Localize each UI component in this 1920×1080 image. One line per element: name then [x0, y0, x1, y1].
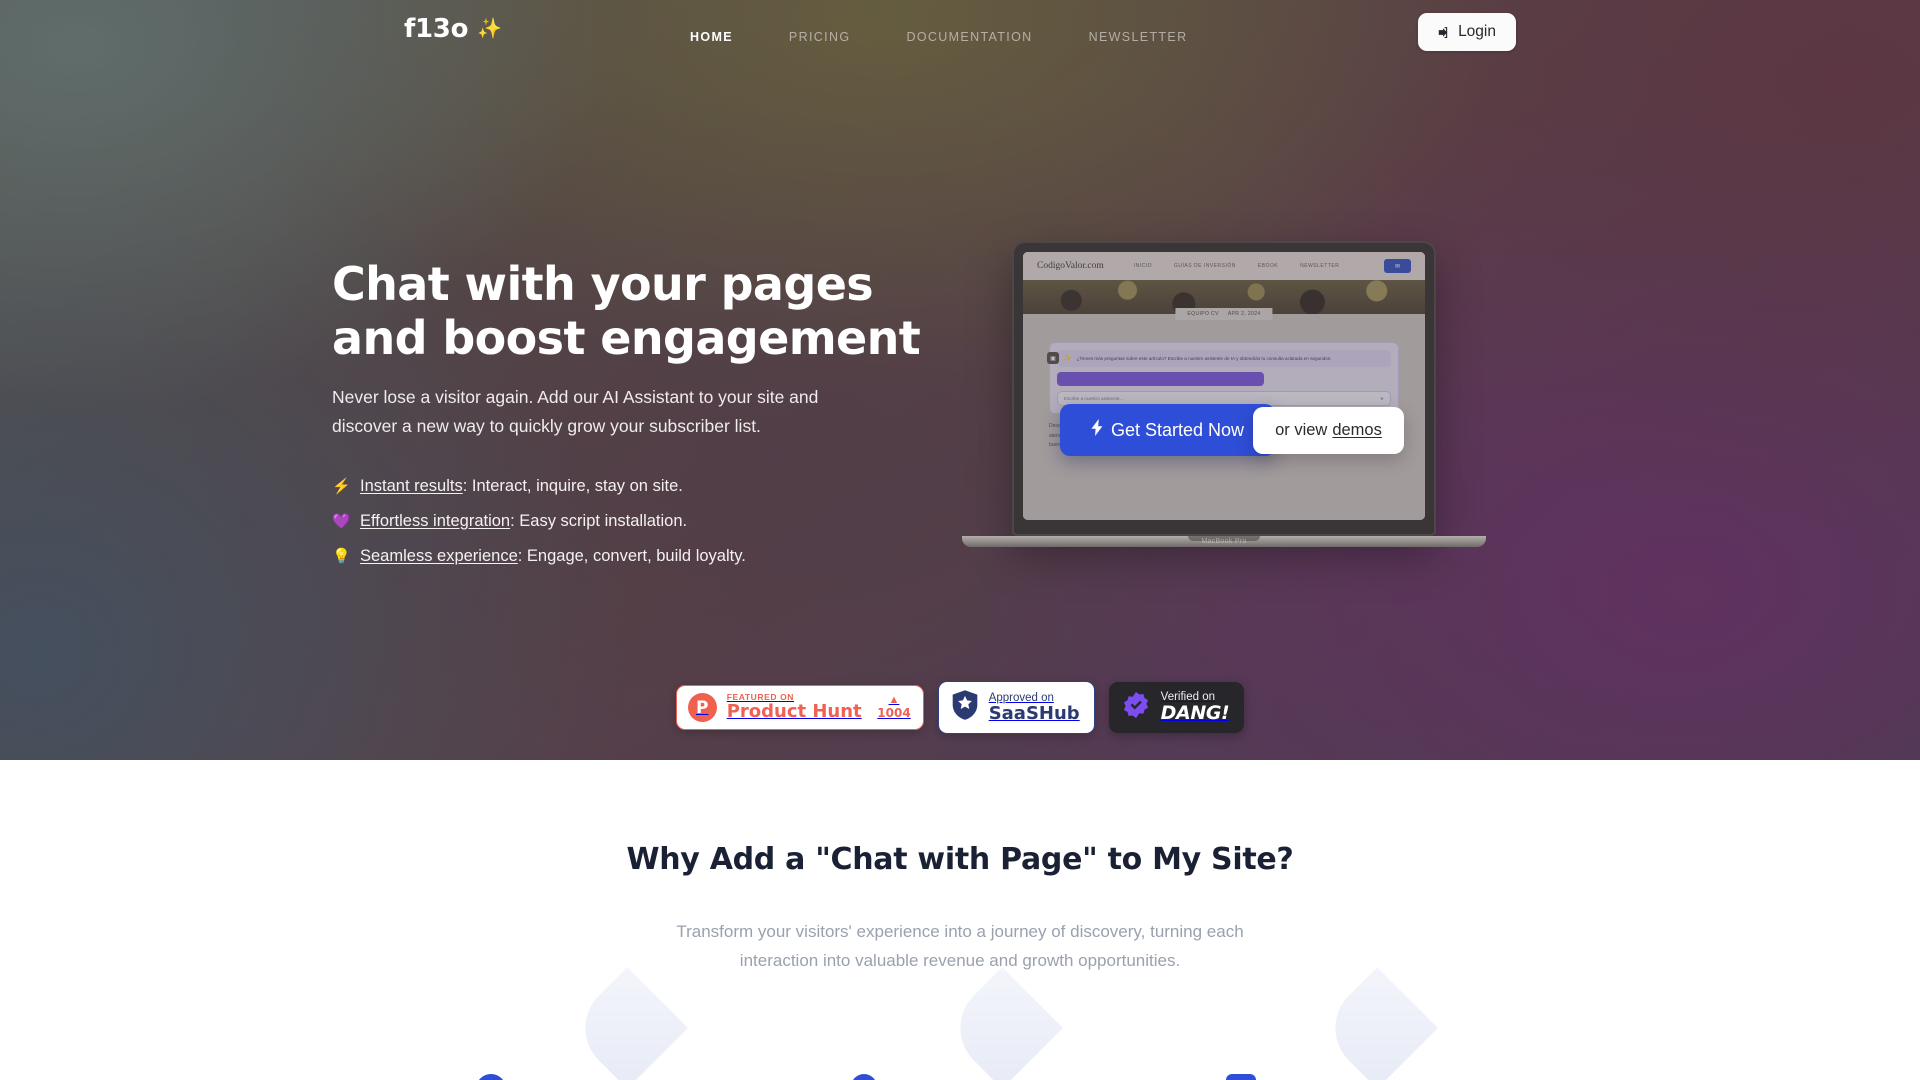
saashub-badge[interactable]: Approved on SaaSHub — [937, 681, 1095, 734]
card-corner-decoration — [566, 967, 688, 1080]
bullet-lead: Seamless experience — [360, 547, 518, 565]
brand-logo[interactable]: f13o ✨ — [404, 16, 502, 42]
view-demos-link: demos — [1332, 420, 1382, 439]
why-cards-row — [460, 967, 1460, 1080]
nav-link-documentation[interactable]: DOCUMENTATION — [906, 26, 1032, 48]
list-item: ⚡ Instant results: Interact, inquire, st… — [332, 469, 940, 504]
square-icon — [1226, 1074, 1256, 1080]
card-corner-decoration — [941, 967, 1063, 1080]
hero-subtitle: Never lose a visitor again. Add our AI A… — [332, 387, 819, 436]
feature-card[interactable] — [460, 967, 710, 1080]
chat-circle-icon — [476, 1074, 506, 1080]
purple-heart-icon: 💜 — [332, 513, 351, 530]
feature-card[interactable] — [835, 967, 1085, 1080]
bullet-text: Effortless integration: Easy script inst… — [360, 504, 687, 538]
product-hunt-count: 1004 — [877, 705, 911, 720]
laptop-mockup: CodigoValor.com INICIO GUÍAS DE INVERSIÓ… — [962, 241, 1486, 547]
bullet-lead: Effortless integration — [360, 512, 511, 530]
bullet-rest: : Interact, inquire, stay on site. — [462, 477, 683, 495]
screen-overlay-dim — [1023, 252, 1425, 520]
nav-links: HOME PRICING DOCUMENTATION NEWSLETTER — [690, 26, 1188, 48]
view-demos-button[interactable]: or view demos — [1253, 406, 1404, 454]
get-started-button[interactable]: Get Started Now — [1060, 404, 1276, 456]
verified-badge-icon — [1121, 690, 1151, 725]
hero-cta-row: Get Started Now or view demos — [1060, 404, 1404, 456]
why-section: Why Add a "Chat with Page" to My Site? T… — [0, 760, 1920, 1080]
laptop-lid: CodigoValor.com INICIO GUÍAS DE INVERSIÓ… — [1012, 241, 1436, 536]
nav-link-pricing[interactable]: PRICING — [789, 26, 851, 48]
hero-feature-list: ⚡ Instant results: Interact, inquire, st… — [332, 469, 940, 574]
main-navbar: f13o ✨ HOME PRICING DOCUMENTATION NEWSLE… — [0, 0, 1920, 72]
hero-title-line-1: Chat with your pages — [332, 257, 874, 311]
hero-section: f13o ✨ HOME PRICING DOCUMENTATION NEWSLE… — [0, 0, 1920, 760]
product-hunt-logo-icon: P — [687, 693, 717, 722]
saashub-name: SaaSHub — [988, 702, 1080, 724]
saashub-texts: Approved on SaaSHub — [989, 692, 1080, 724]
dang-name: DANG! — [1160, 702, 1230, 725]
list-item: 💜 Effortless integration: Easy script in… — [332, 504, 940, 539]
dang-badge[interactable]: Verified on DANG! — [1108, 682, 1245, 733]
view-demos-prefix: or view — [1275, 420, 1328, 439]
why-subtitle: Transform your visitors' experience into… — [676, 922, 1244, 970]
brand-name: f13o — [404, 14, 469, 44]
product-hunt-votes: ▲ 1004 — [877, 695, 910, 719]
shield-star-icon — [950, 689, 980, 726]
dang-texts: Verified on DANG! — [1161, 691, 1230, 725]
card-corner-decoration — [1316, 967, 1438, 1080]
feature-card[interactable] — [1210, 967, 1460, 1080]
list-item: 💡 Seamless experience: Engage, convert, … — [332, 539, 940, 574]
product-hunt-name: Product Hunt — [726, 701, 862, 723]
product-hunt-badge[interactable]: P FEATURED ON Product Hunt ▲ 1004 — [675, 685, 924, 730]
sign-in-icon — [1435, 25, 1450, 40]
pin-icon — [851, 1074, 877, 1080]
product-hunt-texts: FEATURED ON Product Hunt — [727, 693, 862, 722]
lightning-icon: ⚡ — [332, 478, 351, 495]
login-button[interactable]: Login — [1418, 13, 1516, 51]
hero-text-column: Chat with your pages and boost engagemen… — [330, 257, 940, 574]
nav-link-home[interactable]: HOME — [690, 26, 733, 48]
bullet-rest: : Easy script installation. — [510, 512, 688, 530]
bullet-text: Instant results: Interact, inquire, stay… — [360, 469, 683, 503]
device-label: MacBook Pro — [1201, 538, 1247, 545]
laptop-base: MacBook Pro — [962, 536, 1486, 547]
laptop-screen: CodigoValor.com INICIO GUÍAS DE INVERSIÓ… — [1023, 252, 1425, 520]
page-title: Chat with your pages and boost engagemen… — [332, 257, 940, 365]
hero-content: Chat with your pages and boost engagemen… — [330, 72, 1590, 574]
bullet-text: Seamless experience: Engage, convert, bu… — [360, 539, 746, 573]
nav-link-newsletter[interactable]: NEWSLETTER — [1089, 26, 1188, 48]
login-label: Login — [1458, 23, 1496, 40]
bolt-icon — [1091, 419, 1104, 441]
lightbulb-icon: 💡 — [332, 548, 351, 565]
hero-title-line-2: and boost engagement — [332, 311, 921, 365]
bullet-lead: Instant results — [360, 477, 463, 495]
get-started-label: Get Started Now — [1111, 419, 1245, 440]
hero-media-column: CodigoValor.com INICIO GUÍAS DE INVERSIÓ… — [962, 241, 1502, 547]
bullet-rest: : Engage, convert, build loyalty. — [517, 547, 746, 565]
sparkles-icon: ✨ — [477, 18, 503, 40]
why-title: Why Add a "Chat with Page" to My Site? — [626, 842, 1294, 877]
social-proof-badges: P FEATURED ON Product Hunt ▲ 1004 Approv… — [0, 681, 1920, 734]
